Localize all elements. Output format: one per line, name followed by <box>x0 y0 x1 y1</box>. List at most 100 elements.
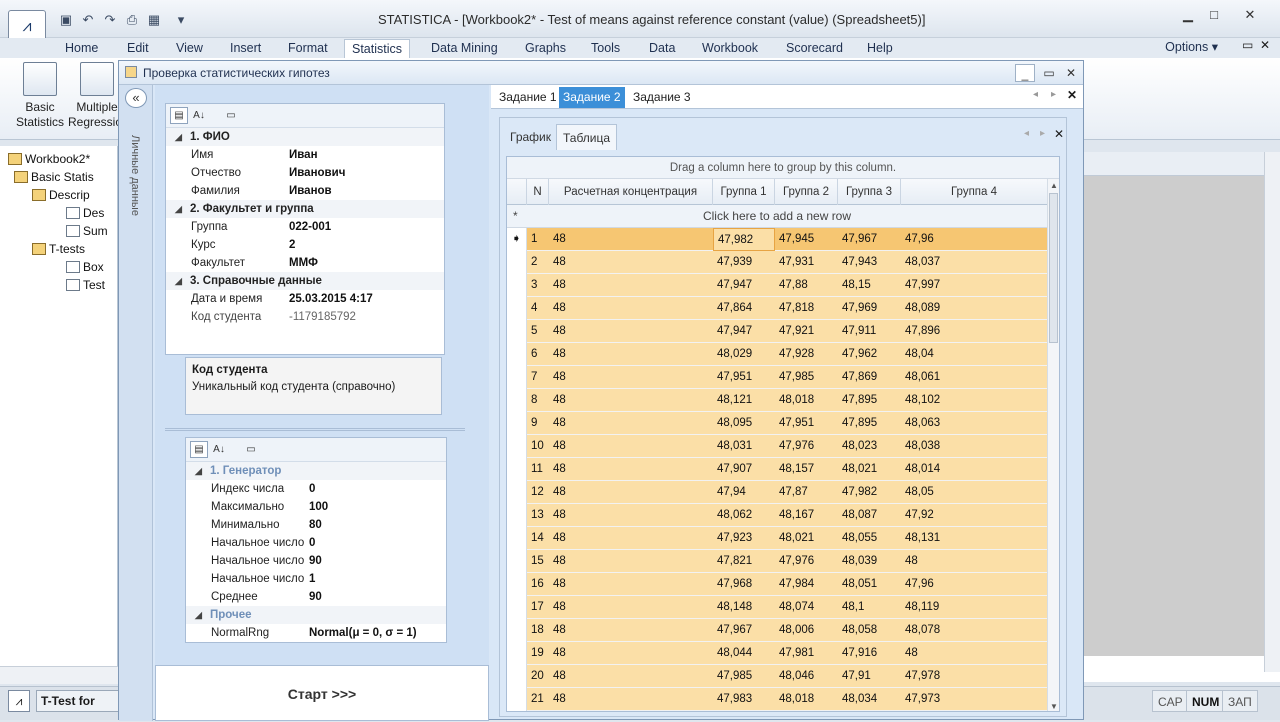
table-cell[interactable]: 48 <box>549 274 713 297</box>
table-cell[interactable]: 48,1 <box>838 596 901 619</box>
property-row[interactable]: Факультет ММФ <box>166 254 444 272</box>
table-cell[interactable]: 48 <box>901 642 1047 665</box>
table-cell[interactable]: 48,051 <box>838 573 901 596</box>
tab-task-3[interactable]: Задание 3 <box>629 87 695 108</box>
table-cell[interactable]: 47,94 <box>713 481 775 504</box>
close-icon[interactable]: ✕ <box>1238 6 1262 24</box>
table-cell[interactable]: 47,982 <box>713 228 775 251</box>
table-cell[interactable]: 48,063 <box>901 412 1047 435</box>
ribbon-tab-data[interactable]: Data <box>642 39 682 58</box>
table-cell[interactable]: 2 <box>527 251 549 274</box>
ribbon-tab-graphs[interactable]: Graphs <box>518 39 573 58</box>
table-row[interactable]: 12 48 47,94 47,87 47,982 48,05 <box>507 481 1047 504</box>
ribbon-tab-view[interactable]: View <box>169 39 210 58</box>
table-cell[interactable]: 48 <box>549 504 713 527</box>
tab-scroll-right-icon[interactable]: ▸ <box>1051 89 1056 100</box>
app-small-icon[interactable]: ⩘ <box>8 690 30 712</box>
table-cell[interactable]: 48 <box>549 320 713 343</box>
table-cell[interactable]: 47,907 <box>713 458 775 481</box>
table-cell[interactable]: 48 <box>549 251 713 274</box>
table-cell[interactable]: 48,119 <box>901 596 1047 619</box>
tree-item-sum[interactable]: Sum <box>66 222 108 240</box>
tree-item-basic-statistics[interactable]: Basic Statis <box>14 168 94 186</box>
table-cell[interactable]: 48,074 <box>775 596 838 619</box>
task-item-t-test[interactable]: T-Test for <box>36 690 120 712</box>
property-category[interactable]: ◢ 1. ФИО <box>166 128 444 146</box>
tab-scroll-left-icon[interactable]: ◂ <box>1033 89 1038 100</box>
table-cell[interactable]: 48,157 <box>775 458 838 481</box>
table-row[interactable]: 14 48 47,923 48,021 48,055 48,131 <box>507 527 1047 550</box>
basic-statistics-button[interactable]: Basic Statistics <box>12 62 68 130</box>
ribbon-tab-format[interactable]: Format <box>281 39 335 58</box>
table-cell[interactable]: 47,976 <box>775 435 838 458</box>
alphabetical-sort-icon[interactable]: A↓ <box>210 441 228 458</box>
undo-icon[interactable]: ↶ <box>80 12 96 28</box>
property-value[interactable]: 0 <box>309 480 315 498</box>
table-cell[interactable]: 47,951 <box>713 366 775 389</box>
table-cell[interactable]: 48,089 <box>901 297 1047 320</box>
alphabetical-sort-icon[interactable]: A↓ <box>190 107 208 124</box>
options-menu[interactable]: Options ▾ <box>1165 39 1218 54</box>
minimize-icon[interactable]: ▁ <box>1176 6 1200 24</box>
property-value[interactable]: -1179185792 <box>289 308 356 326</box>
customize-quick-access-icon[interactable]: ▾ <box>176 12 186 28</box>
table-cell[interactable]: 48 <box>549 596 713 619</box>
row-indicator[interactable] <box>507 297 527 320</box>
print-icon[interactable]: ⎙ <box>124 12 140 28</box>
table-cell[interactable]: 48,018 <box>775 688 838 711</box>
table-cell[interactable]: 47,818 <box>775 297 838 320</box>
table-cell[interactable]: 15 <box>527 550 549 573</box>
sheet-icon[interactable]: ▦ <box>146 12 162 28</box>
close-task-tab-icon[interactable]: ✕ <box>1067 88 1077 102</box>
table-cell[interactable]: 6 <box>527 343 549 366</box>
expand-collapse-icon[interactable]: ◢ <box>175 272 182 290</box>
dialog-minimize-icon[interactable]: _ <box>1015 64 1035 82</box>
table-cell[interactable]: 48,038 <box>901 435 1047 458</box>
property-row[interactable]: Среднее 90 <box>186 588 446 606</box>
tree-item-test[interactable]: Test <box>66 276 105 294</box>
property-value[interactable]: Normal(μ = 0, σ = 1) <box>309 624 417 642</box>
table-cell[interactable]: 48,04 <box>901 343 1047 366</box>
table-cell[interactable]: 17 <box>527 596 549 619</box>
table-cell[interactable]: 47,967 <box>713 619 775 642</box>
table-row[interactable]: 21 48 47,983 48,018 48,034 47,973 <box>507 688 1047 711</box>
property-row[interactable]: Начальное число 1 <box>186 570 446 588</box>
categorized-sort-icon[interactable]: ▤ <box>190 441 208 458</box>
property-value[interactable]: 90 <box>309 552 322 570</box>
row-indicator[interactable] <box>507 412 527 435</box>
property-row[interactable]: Максимально 100 <box>186 498 446 516</box>
table-cell[interactable]: 47,864 <box>713 297 775 320</box>
table-cell[interactable]: 48,031 <box>713 435 775 458</box>
column-header-n[interactable]: N <box>527 179 549 205</box>
column-header-group-1[interactable]: Группа 1 <box>713 179 775 205</box>
table-row[interactable]: 19 48 48,044 47,981 47,916 48 <box>507 642 1047 665</box>
row-indicator[interactable] <box>507 458 527 481</box>
table-cell[interactable]: 47,973 <box>901 688 1047 711</box>
property-row[interactable]: Минимально 80 <box>186 516 446 534</box>
row-indicator[interactable] <box>507 274 527 297</box>
table-cell[interactable]: 47,947 <box>713 320 775 343</box>
table-cell[interactable]: 47,91 <box>838 665 901 688</box>
table-cell[interactable]: 48,095 <box>713 412 775 435</box>
table-cell[interactable]: 48,102 <box>901 389 1047 412</box>
table-cell[interactable]: 48 <box>549 642 713 665</box>
row-indicator[interactable] <box>507 481 527 504</box>
tab-task-2[interactable]: Задание 2 <box>559 87 625 108</box>
column-header-concentration[interactable]: Расчетная концентрация <box>549 179 713 205</box>
table-cell[interactable]: 48 <box>549 665 713 688</box>
scroll-up-icon[interactable]: ▲ <box>1050 181 1058 190</box>
table-cell[interactable]: 47,916 <box>838 642 901 665</box>
table-cell[interactable]: 13 <box>527 504 549 527</box>
ribbon-restore-icon[interactable]: ▭ <box>1242 38 1253 52</box>
property-pages-icon[interactable]: ▭ <box>222 107 240 124</box>
table-cell[interactable]: 16 <box>527 573 549 596</box>
table-cell[interactable]: 47,895 <box>838 389 901 412</box>
ribbon-tab-workbook[interactable]: Workbook <box>695 39 765 58</box>
property-value[interactable]: 0 <box>309 534 315 552</box>
tab-graph[interactable]: График <box>504 124 557 150</box>
row-indicator[interactable] <box>507 527 527 550</box>
property-value[interactable]: Иванов <box>289 182 332 200</box>
scroll-thumb[interactable] <box>1049 193 1058 343</box>
row-indicator[interactable] <box>507 642 527 665</box>
table-cell[interactable]: 48,061 <box>901 366 1047 389</box>
